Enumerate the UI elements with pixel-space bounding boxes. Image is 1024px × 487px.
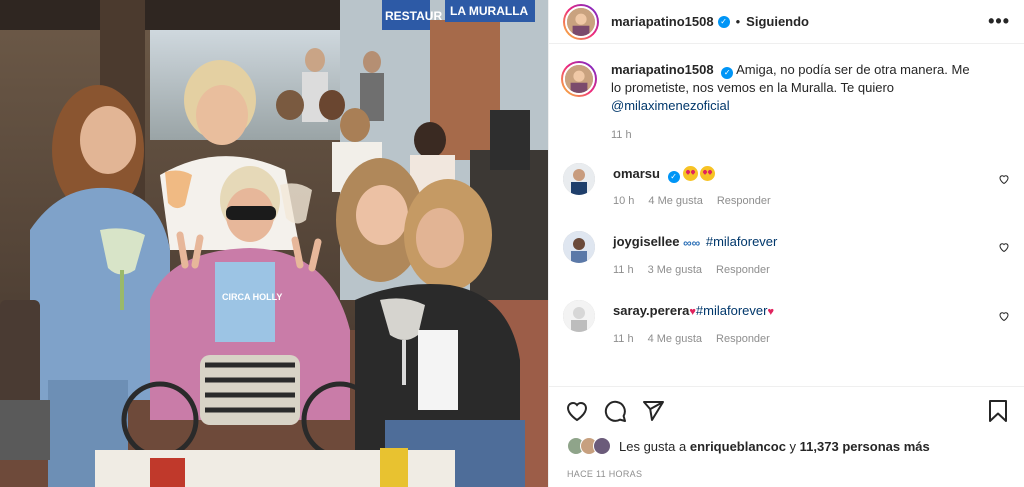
reply-button[interactable]: Responder	[717, 195, 771, 207]
author-avatar[interactable]	[563, 3, 599, 40]
caption-avatar[interactable]	[561, 61, 597, 97]
comment-hashtag[interactable]: #milaforever	[706, 234, 778, 249]
heart-icon[interactable]	[565, 399, 589, 423]
author-username[interactable]: mariapatino1508	[611, 14, 714, 29]
comment-hashtag[interactable]: #milaforever	[696, 303, 768, 318]
post-timestamp[interactable]: HACE 11 HORAS	[567, 469, 642, 479]
comment-likes[interactable]: 4 Me gusta	[648, 333, 702, 345]
heart-eyes-emoji-icon	[683, 166, 699, 181]
comment-time[interactable]: 11 h	[613, 333, 634, 345]
like-comment-icon[interactable]	[998, 173, 1010, 185]
comment-username[interactable]: omarsu	[613, 166, 660, 181]
verified-icon: ✓	[717, 15, 730, 28]
verified-icon: ✓	[667, 171, 680, 183]
caption-time[interactable]: 11 h	[611, 129, 632, 141]
likes-user[interactable]: enriqueblancoc	[690, 439, 786, 454]
likes-summary: Les gusta a enriqueblancoc y 11,373 pers…	[567, 437, 1010, 455]
caption-mention[interactable]: @milaximenezoficial	[611, 98, 730, 113]
caption: mariapatino1508 ✓ Amiga, no podía ser de…	[561, 61, 1010, 141]
caption-username[interactable]: mariapatino1508	[611, 62, 714, 77]
comment-time[interactable]: 11 h	[613, 264, 634, 276]
more-icon[interactable]: •••	[988, 11, 1010, 32]
like-comment-icon[interactable]	[998, 241, 1010, 253]
comment-avatar[interactable]	[563, 163, 595, 195]
post-photo[interactable]: RESTAUR LA MURALLA CIRCA HOLLY	[0, 0, 548, 487]
post-header: mariapatino1508 ✓ • Siguiendo •••	[549, 0, 1024, 44]
comment-avatar[interactable]	[563, 300, 595, 332]
comment-time[interactable]: 10 h	[613, 195, 634, 207]
like-comment-icon[interactable]	[998, 310, 1010, 322]
likes-middle: y	[789, 438, 797, 454]
following-button[interactable]: Siguiendo	[746, 14, 809, 29]
restaurant-sign: RESTAUR	[385, 9, 442, 23]
comment-item: joygisellee ∞∞ #milaforever 11 h 3 Me gu…	[563, 231, 1010, 276]
likes-prefix: Les gusta a	[619, 438, 687, 454]
comment-likes[interactable]: 3 Me gusta	[648, 264, 702, 276]
comment-item: omarsu ✓ 10 h 4 Me gusta Responder	[563, 163, 1010, 207]
glasses-emoji-icon: ∞∞	[683, 236, 701, 250]
share-icon[interactable]	[641, 399, 665, 423]
likers-avatars[interactable]	[567, 437, 611, 455]
shirt-print: CIRCA HOLLY	[222, 292, 282, 302]
caption-text: mariapatino1508 ✓ Amiga, no podía ser de…	[611, 61, 980, 115]
verified-icon: ✓	[721, 67, 734, 79]
muralla-sign: LA MURALLA	[450, 4, 529, 18]
comment-username[interactable]: joygisellee	[613, 234, 679, 249]
heart-eyes-emoji-icon	[700, 166, 716, 181]
comments-list: mariapatino1508 ✓ Amiga, no podía ser de…	[549, 45, 1024, 385]
photo-illustration: RESTAUR LA MURALLA CIRCA HOLLY	[0, 0, 548, 487]
comment-likes[interactable]: 4 Me gusta	[648, 195, 702, 207]
heart-emoji-icon: ♥	[767, 306, 774, 318]
likes-count[interactable]: 11,373 personas más	[800, 439, 930, 454]
separator-dot: •	[735, 14, 741, 29]
action-bar	[549, 386, 1024, 436]
comment-icon[interactable]	[603, 399, 627, 423]
reply-button[interactable]: Responder	[716, 264, 770, 276]
post-panel: mariapatino1508 ✓ • Siguiendo ••• mariap…	[548, 0, 1024, 487]
reply-button[interactable]: Responder	[716, 333, 770, 345]
bookmark-icon[interactable]	[986, 399, 1010, 423]
comment-username[interactable]: saray.perera	[613, 303, 689, 318]
comment-item: saray.perera♥#milaforever♥ 11 h 4 Me gus…	[563, 300, 1010, 345]
comment-avatar[interactable]	[563, 231, 595, 263]
